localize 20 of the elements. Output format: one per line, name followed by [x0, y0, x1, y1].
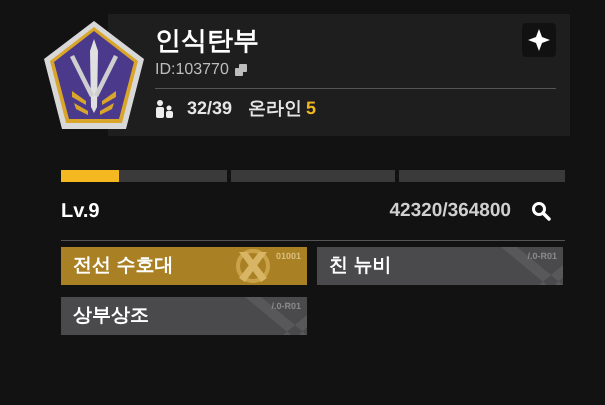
crossed-bullets-icon: [233, 248, 273, 284]
search-icon: [531, 201, 551, 221]
online-count: 5: [306, 97, 316, 120]
tag-label: 전선 수호대: [73, 254, 174, 278]
guild-name: 인식탄부: [155, 24, 259, 57]
copy-icon[interactable]: [234, 64, 247, 76]
settings-button[interactable]: [522, 23, 556, 57]
diamond-star-icon: [528, 29, 550, 51]
member-count: 32/39: [187, 97, 232, 120]
tag-label: 친 뉴비: [329, 254, 392, 278]
members-icon: [155, 100, 175, 118]
tag-label: 상부상조: [73, 304, 149, 328]
tag-code: /.0-R01: [271, 300, 301, 313]
level-label: Lv.9: [61, 199, 100, 224]
exp-value: 42320/364800: [389, 198, 511, 223]
guild-id: ID:103770: [155, 60, 229, 80]
search-button[interactable]: [531, 201, 551, 221]
tag-code: 01001: [276, 250, 301, 263]
online-label: 온라인: [248, 97, 302, 120]
tag-code: /.0-R01: [527, 250, 557, 263]
